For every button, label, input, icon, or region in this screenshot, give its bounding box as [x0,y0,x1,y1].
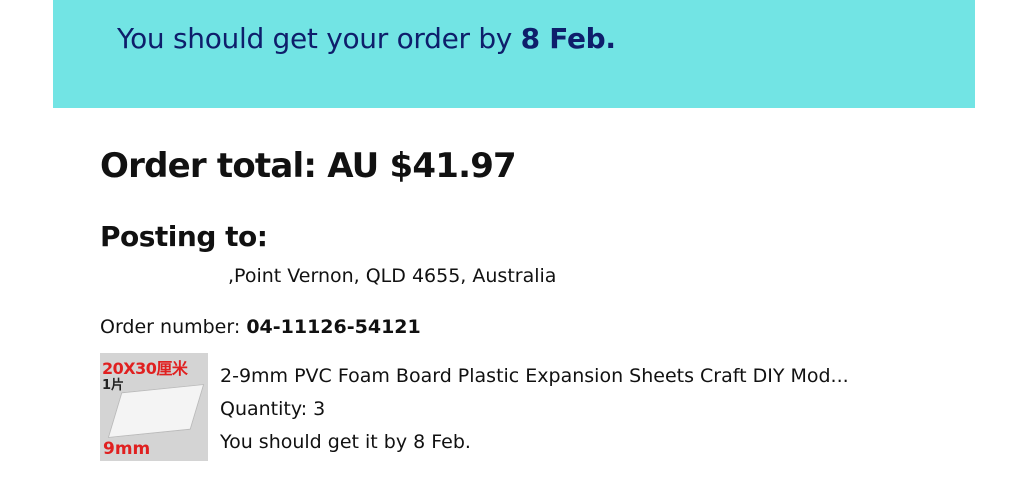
item-title[interactable]: 2-9mm PVC Foam Board Plastic Expansion S… [220,360,849,393]
order-number-value[interactable]: 04-11126-54121 [246,316,420,338]
thumbnail-thickness-text: 9mm [103,439,151,459]
item-quantity: Quantity: 3 [220,398,326,420]
delivery-date: 8 Feb. [520,22,616,55]
order-total-value: AU $41.97 [327,146,517,186]
shipping-address: ,Point Vernon, QLD 4655, Australia [228,265,557,287]
thumbnail-count-text: 1片 [102,378,125,393]
delivery-banner: You should get your order by 8 Feb. [53,0,975,108]
delivery-estimate: You should get your order by 8 Feb. [117,22,616,55]
item-delivery: You should get it by 8 Feb. [220,431,471,453]
item-thumbnail[interactable]: 20X30厘米 1片 9mm [100,353,208,461]
order-number-label: Order number: [100,316,241,338]
posting-to-heading: Posting to: [100,220,268,253]
order-number: Order number: 04-11126-54121 [100,316,421,338]
order-total-label: Order total: [100,146,317,186]
order-item: 2-9mm PVC Foam Board Plastic Expansion S… [220,360,849,459]
delivery-estimate-prefix: You should get your order by [117,22,521,55]
order-total: Order total: AU $41.97 [100,146,517,186]
